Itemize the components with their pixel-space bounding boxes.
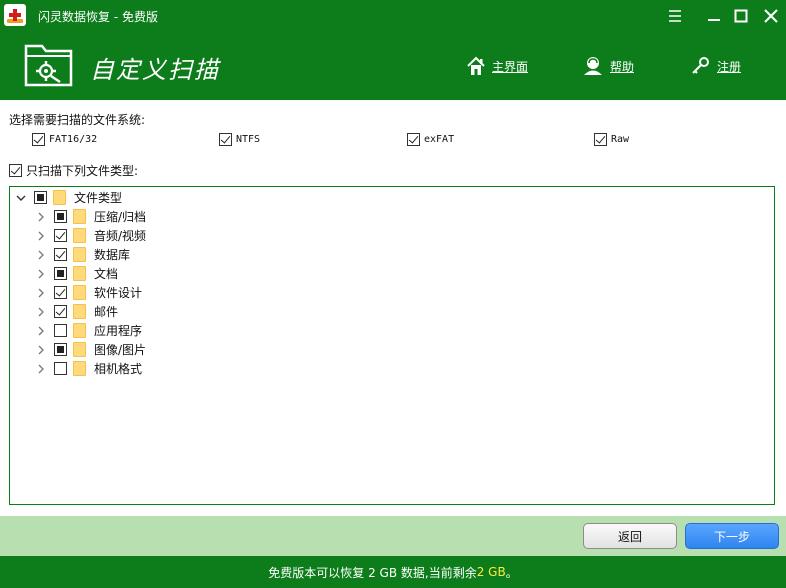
tree-item[interactable]: 相机格式 [34, 359, 142, 378]
chevron-right-icon[interactable] [34, 267, 48, 281]
tree-item[interactable]: 压缩/归档 [34, 207, 146, 226]
nav-help-label: 帮助 [610, 59, 635, 74]
status-remaining: 2 GB [476, 565, 506, 579]
chevron-right-icon[interactable] [34, 305, 48, 319]
tree-item-label: 压缩/归档 [94, 210, 147, 224]
user-help-icon [584, 57, 602, 75]
folder-icon [53, 190, 66, 205]
folder-icon [73, 285, 86, 300]
only-scan-checkbox[interactable] [9, 164, 22, 177]
tree-item[interactable]: 软件设计 [34, 283, 142, 302]
raw-label: Raw [611, 134, 630, 145]
tree-item-checkbox[interactable] [54, 248, 67, 261]
tree-item-label: 音频/视频 [94, 229, 147, 243]
tree-item-label: 图像/图片 [94, 343, 147, 357]
fs-option-exfat[interactable]: exFAT [407, 133, 454, 146]
back-button[interactable]: 返回 [583, 523, 677, 549]
tree-item-checkbox[interactable] [54, 286, 67, 299]
menu-icon [669, 10, 681, 22]
tree-item-label: 软件设计 [94, 286, 143, 300]
minimize-button[interactable] [699, 0, 729, 32]
folder-icon [73, 361, 86, 376]
nav-home-link[interactable]: 主界面 [466, 54, 528, 78]
folder-icon [73, 323, 86, 338]
folder-icon [73, 304, 86, 319]
raw-checkbox[interactable] [594, 133, 607, 146]
folder-icon [73, 228, 86, 243]
chevron-down-icon[interactable] [14, 191, 28, 205]
tree-item[interactable]: 图像/图片 [34, 340, 146, 359]
fat-label: FAT16/32 [49, 134, 98, 145]
status-suffix: 。 [505, 565, 518, 580]
tree-item-label: 文档 [94, 267, 119, 281]
close-icon [764, 9, 778, 23]
tree-item-checkbox[interactable] [54, 267, 67, 280]
chevron-right-icon[interactable] [34, 229, 48, 243]
folder-gear-icon [24, 44, 73, 87]
only-scan-label: 只扫描下列文件类型: [26, 164, 139, 178]
key-icon [692, 57, 709, 74]
tree-item-label: 应用程序 [94, 324, 143, 338]
maximize-button[interactable] [726, 0, 756, 32]
title-bar: 闪灵数据恢复 - 免费版 [0, 0, 786, 32]
chevron-right-icon[interactable] [34, 362, 48, 376]
status-text: 免费版本可以恢复 2 GB 数据,当前剩余 [268, 565, 477, 580]
tree-item[interactable]: 数据库 [34, 245, 130, 264]
tree-root-row[interactable]: 文件类型 [14, 188, 122, 207]
chevron-right-icon[interactable] [34, 210, 48, 224]
tree-item-checkbox[interactable] [54, 305, 67, 318]
folder-icon [73, 266, 86, 281]
nav-register-label: 注册 [717, 59, 742, 74]
tree-root-checkbox[interactable] [34, 191, 47, 204]
nav-help-link[interactable]: 帮助 [582, 54, 634, 78]
tree-item-label: 邮件 [94, 305, 119, 319]
tree-item[interactable]: 应用程序 [34, 321, 142, 340]
window-title: 闪灵数据恢复 - 免费版 [38, 10, 158, 24]
red-cross-icon [4, 4, 26, 26]
header-banner: 自定义扫描 主界面 帮助 注册 [0, 32, 786, 100]
menu-button[interactable] [660, 0, 690, 32]
folder-icon [73, 342, 86, 357]
tree-item-checkbox[interactable] [54, 210, 67, 223]
chevron-right-icon[interactable] [34, 324, 48, 338]
exfat-checkbox[interactable] [407, 133, 420, 146]
fs-option-raw[interactable]: Raw [594, 133, 629, 146]
tree-item-checkbox[interactable] [54, 362, 67, 375]
fs-option-fat[interactable]: FAT16/32 [32, 133, 97, 146]
nav-register-link[interactable]: 注册 [691, 54, 741, 78]
tree-item-checkbox[interactable] [54, 229, 67, 242]
tree-item-checkbox[interactable] [54, 324, 67, 337]
minimize-icon [708, 19, 720, 21]
fat-checkbox[interactable] [32, 133, 45, 146]
next-button[interactable]: 下一步 [685, 523, 779, 549]
only-scan-option[interactable]: 只扫描下列文件类型: [9, 162, 138, 179]
tree-item[interactable]: 邮件 [34, 302, 118, 321]
status-bar: 免费版本可以恢复 2 GB 数据,当前剩余 2 GB 。 [0, 556, 786, 588]
tree-item[interactable]: 音频/视频 [34, 226, 146, 245]
close-button[interactable] [756, 0, 786, 32]
folder-icon [73, 209, 86, 224]
chevron-right-icon[interactable] [34, 343, 48, 357]
tree-item-checkbox[interactable] [54, 343, 67, 356]
fs-option-ntfs[interactable]: NTFS [219, 133, 260, 146]
tree-item-label: 数据库 [94, 248, 131, 262]
nav-home-label: 主界面 [492, 59, 529, 74]
filetype-tree[interactable]: 文件类型 压缩/归档 音频/视频 数据库 文档 软件设计 邮件 应用程序 图像/… [9, 186, 775, 505]
folder-icon [73, 247, 86, 262]
chevron-right-icon[interactable] [34, 248, 48, 262]
chevron-right-icon[interactable] [34, 286, 48, 300]
tree-root-label: 文件类型 [74, 191, 123, 205]
home-icon [467, 56, 485, 75]
exfat-label: exFAT [424, 134, 455, 145]
filesystem-label: 选择需要扫描的文件系统: [9, 113, 146, 127]
tree-item[interactable]: 文档 [34, 264, 118, 283]
tree-item-label: 相机格式 [94, 362, 143, 376]
ntfs-checkbox[interactable] [219, 133, 232, 146]
maximize-icon [734, 9, 748, 23]
page-title: 自定义扫描 [90, 56, 220, 84]
ntfs-label: NTFS [236, 134, 261, 145]
